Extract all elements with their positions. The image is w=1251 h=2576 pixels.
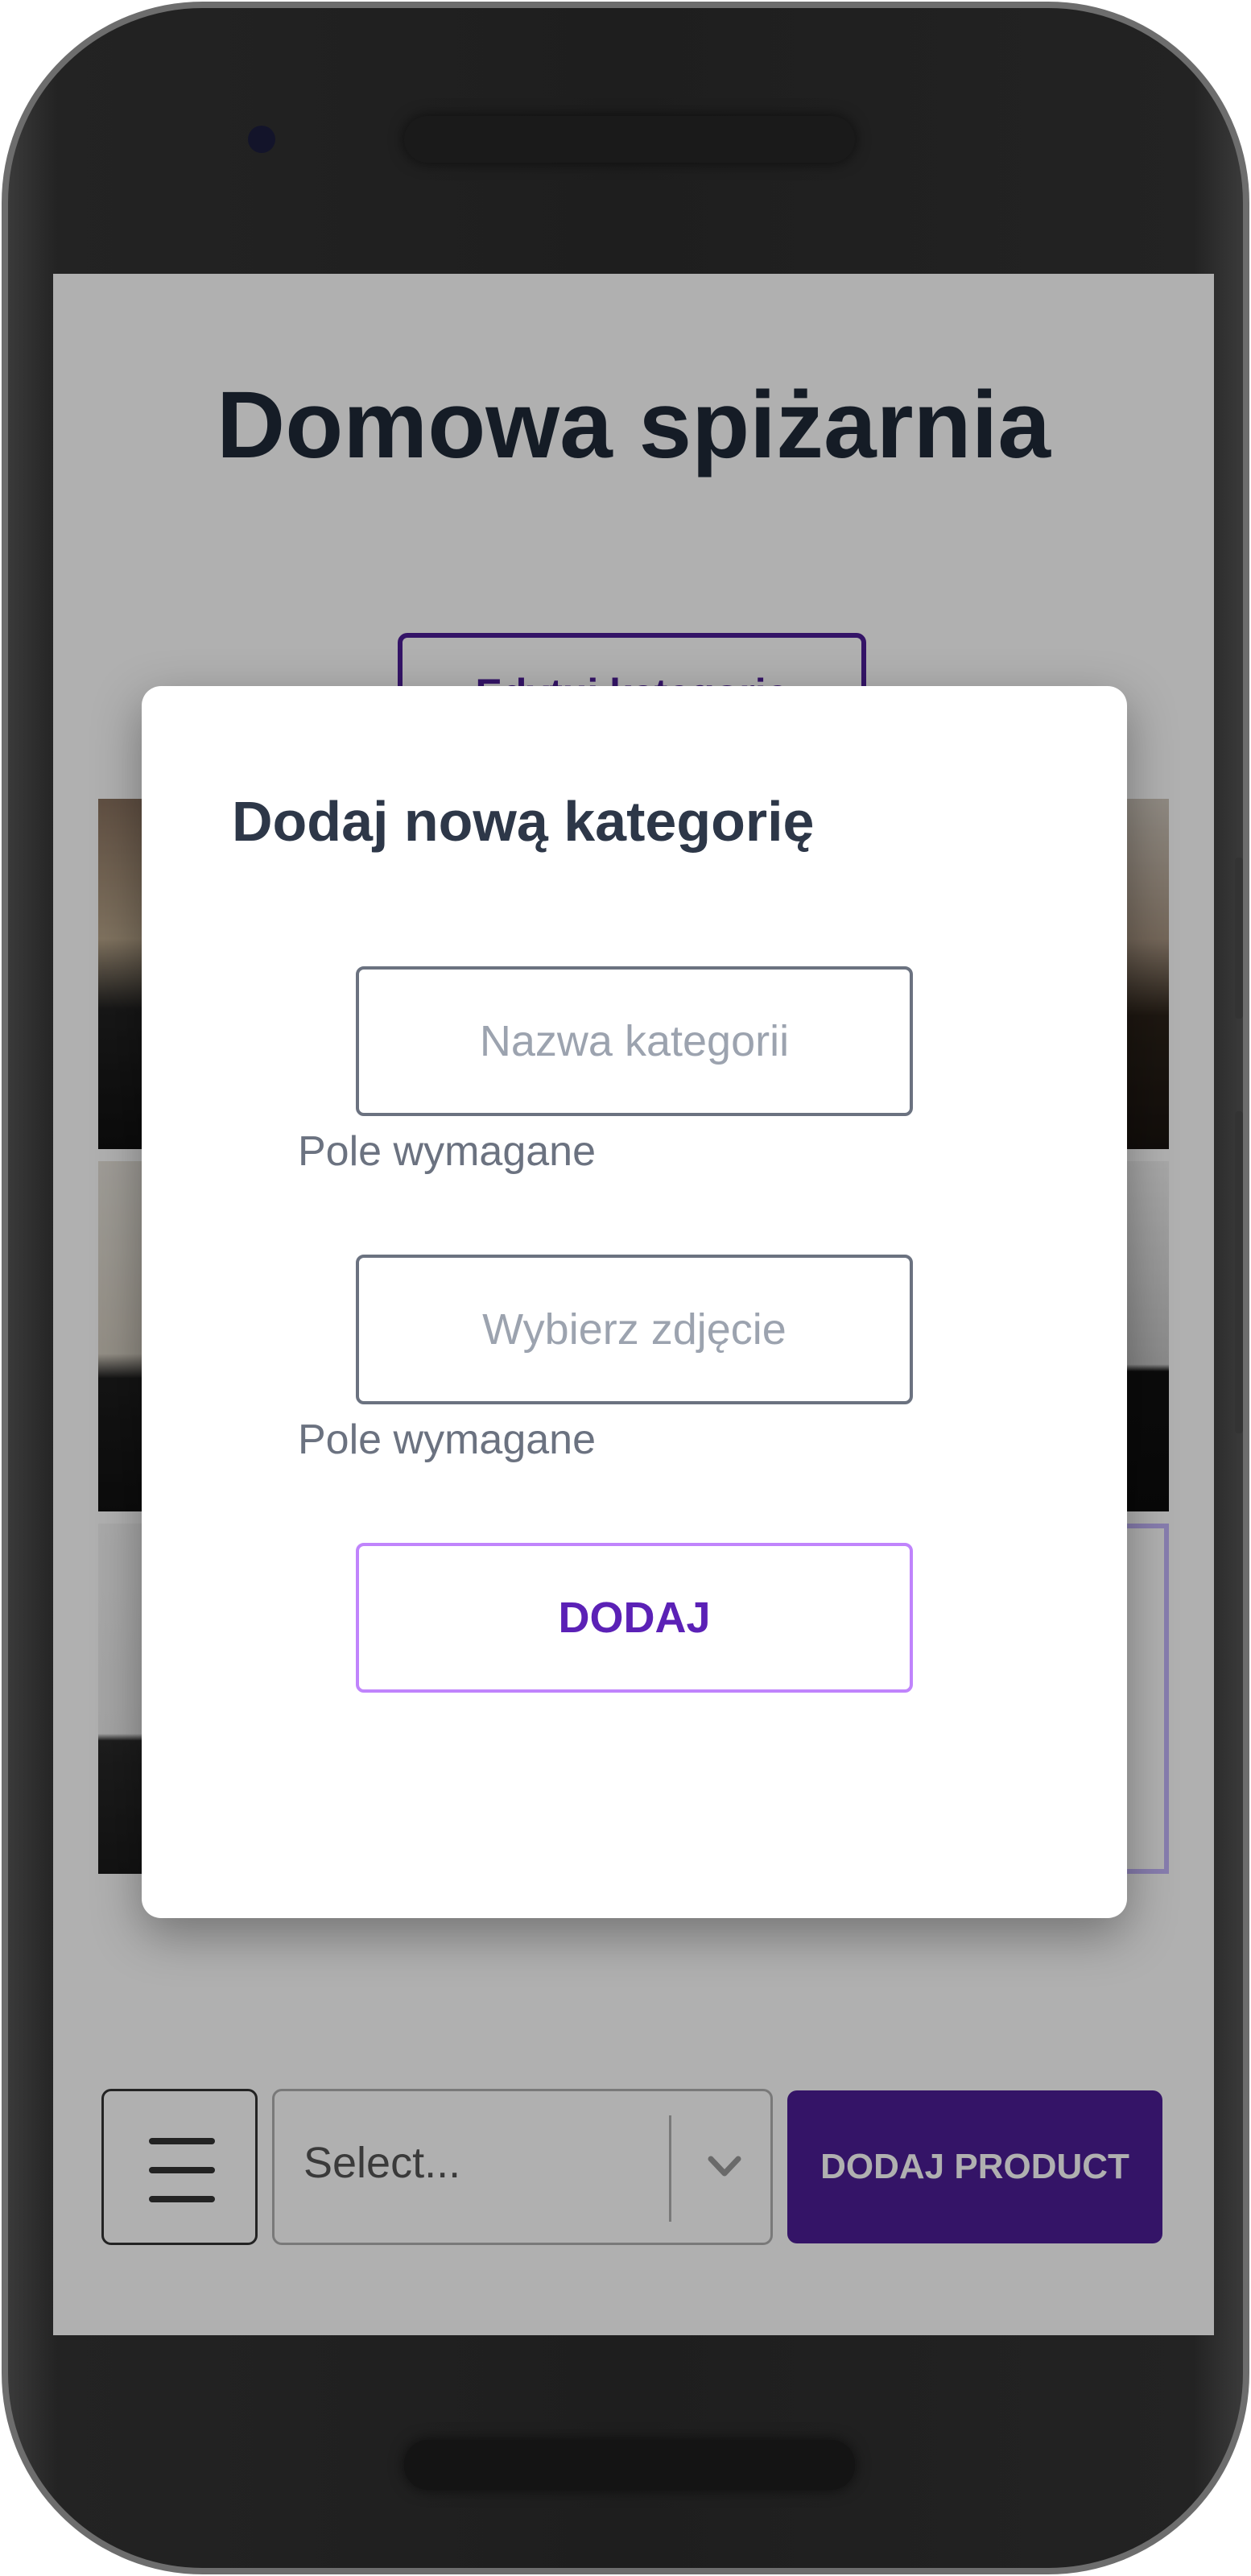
category-name-helper: Pole wymagane — [298, 1128, 596, 1175]
modal-title: Dodaj nową kategorię — [232, 790, 815, 853]
earpiece-speaker — [404, 116, 855, 163]
category-name-input[interactable]: Nazwa kategorii — [356, 966, 913, 1116]
power-button — [1235, 858, 1243, 1019]
front-camera — [248, 126, 275, 153]
image-picker-input[interactable]: Wybierz zdjęcie — [356, 1255, 913, 1404]
phone-frame: Domowa spiżarnia Edytuj kategorie Select… — [2, 2, 1249, 2574]
submit-category-button[interactable]: DODAJ — [356, 1543, 913, 1693]
add-category-modal: Dodaj nową kategorię Nazwa kategorii Pole… — [142, 686, 1127, 1918]
volume-button — [1235, 1111, 1243, 1433]
app-screen: Domowa spiżarnia Edytuj kategorie Select… — [53, 274, 1214, 2335]
bottom-speaker — [404, 2440, 855, 2490]
image-helper: Pole wymagane — [298, 1416, 596, 1463]
